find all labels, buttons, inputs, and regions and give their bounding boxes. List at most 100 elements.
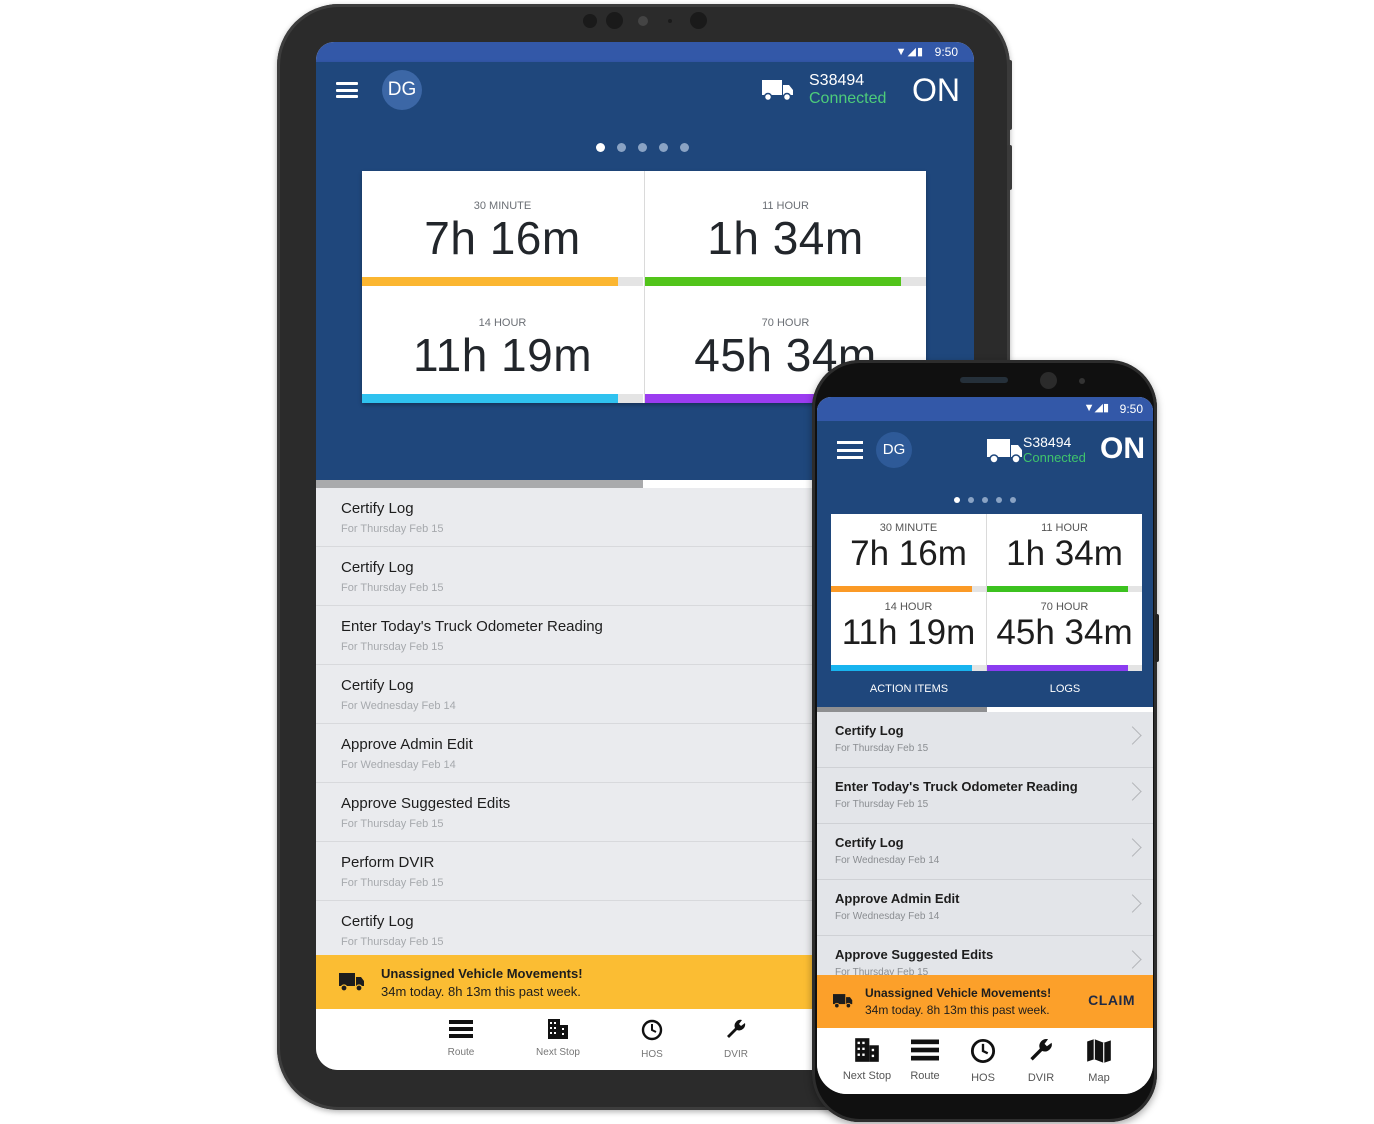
list-item-title: Certify Log — [341, 913, 414, 930]
list-item[interactable]: Enter Today's Truck Odometer Reading For … — [817, 768, 1153, 824]
list-item-subtitle: For Wednesday Feb 14 — [341, 759, 456, 771]
banner-title: Unassigned Vehicle Movements! — [865, 986, 1052, 1000]
page-dot[interactable] — [659, 143, 668, 152]
list-item-subtitle: For Thursday Feb 15 — [341, 936, 444, 948]
phone-sensor — [1079, 378, 1085, 384]
vehicle-info[interactable]: S38494 Connected — [1023, 435, 1086, 466]
list-item-title: Enter Today's Truck Odometer Reading — [341, 618, 603, 635]
list-item-title: Approve Suggested Edits — [835, 947, 994, 962]
clock-30-minute[interactable]: 30 MINUTE 7h 16m — [831, 514, 986, 592]
page-dot[interactable] — [638, 143, 647, 152]
vehicle-info[interactable]: S38494 Connected — [809, 72, 886, 108]
claim-button[interactable]: CLAIM — [1088, 992, 1135, 1008]
page-dot[interactable] — [1010, 497, 1016, 503]
tab-bar: ACTION ITEMS LOGS — [817, 671, 1153, 707]
list-item-title: Certify Log — [341, 677, 414, 694]
clock-value: 1h 34m — [1006, 534, 1123, 573]
nav-next-stop[interactable]: Next Stop — [838, 1038, 896, 1082]
clock-value: 1h 34m — [707, 212, 864, 264]
unassigned-movements-banner: Unassigned Vehicle Movements! 34m today.… — [817, 975, 1153, 1028]
hamburger-menu-icon[interactable] — [837, 441, 863, 459]
clock-11-hour[interactable]: 11 HOUR 1h 34m — [645, 171, 926, 286]
tablet-sensor — [690, 12, 707, 29]
clock-30-minute[interactable]: 30 MINUTE 7h 16m — [362, 171, 643, 286]
clock-label: 30 MINUTE — [879, 522, 938, 534]
list-item-title: Certify Log — [341, 559, 414, 576]
page-dot[interactable] — [617, 143, 626, 152]
nav-next-stop[interactable]: Next Stop — [526, 1019, 590, 1058]
list-item[interactable]: Approve Admin Edit For Wednesday Feb 14 — [817, 880, 1153, 936]
phone-camera — [1040, 372, 1057, 389]
avatar[interactable]: DG — [876, 432, 912, 468]
truck-icon — [833, 994, 853, 1009]
page-dot[interactable] — [680, 143, 689, 152]
page-dot[interactable] — [954, 497, 960, 503]
nav-label: HOS — [971, 1072, 995, 1084]
clock-progress-bar — [987, 586, 1142, 592]
phone-side-button — [1155, 614, 1159, 662]
status-time: 9:50 — [1119, 402, 1143, 416]
clock-14-hour[interactable]: 14 HOUR 11h 19m — [362, 288, 643, 403]
clock-icon — [970, 1038, 996, 1064]
list-item[interactable]: Certify Log For Wednesday Feb 14 — [817, 824, 1153, 880]
list-item-title: Certify Log — [835, 723, 904, 738]
page-dot[interactable] — [982, 497, 988, 503]
page-dot[interactable] — [996, 497, 1002, 503]
clock-progress-bar — [645, 277, 926, 286]
list-item-subtitle: For Thursday Feb 15 — [341, 582, 444, 594]
nav-hos[interactable]: HOS — [954, 1038, 1012, 1084]
page-dot[interactable] — [968, 497, 974, 503]
clock-label: 14 HOUR — [884, 601, 933, 613]
clock-progress-fill — [362, 277, 618, 286]
chevron-right-icon — [1123, 782, 1142, 801]
clock-value: 7h 16m — [424, 212, 581, 264]
nav-label: Route — [447, 1047, 475, 1058]
tablet-light-sensor — [668, 19, 672, 23]
truck-icon — [762, 80, 793, 102]
chevron-right-icon — [1123, 838, 1142, 857]
nav-map[interactable]: Map — [1070, 1038, 1128, 1084]
truck-icon — [339, 973, 364, 992]
status-bar: ▼◢▮ 9:50 — [817, 397, 1153, 421]
list-item-title: Enter Today's Truck Odometer Reading — [835, 779, 1078, 794]
phone-earpiece — [960, 377, 1008, 383]
clock-progress-bar — [362, 394, 643, 403]
hamburger-menu-icon[interactable] — [336, 82, 358, 98]
page-dot[interactable] — [596, 143, 605, 152]
page-indicator — [954, 497, 1016, 503]
tab-action-items[interactable]: ACTION ITEMS — [817, 671, 1001, 707]
nav-hos[interactable]: HOS — [632, 1019, 672, 1060]
clock-value: 11h 19m — [841, 613, 976, 652]
list-item[interactable]: Certify Log For Thursday Feb 15 — [817, 712, 1153, 768]
nav-route[interactable]: Route — [896, 1038, 954, 1082]
nav-label: DVIR — [1027, 1072, 1055, 1084]
clock-progress-bar — [831, 586, 986, 592]
tablet-camera — [638, 16, 648, 26]
nav-dvir[interactable]: DVIR — [1012, 1038, 1070, 1084]
clock-14-hour[interactable]: 14 HOUR 11h 19m — [831, 593, 986, 671]
nav-route[interactable]: Route — [436, 1019, 486, 1058]
chevron-right-icon — [1123, 726, 1142, 745]
avatar[interactable]: DG — [382, 70, 422, 110]
tablet-sensor — [583, 14, 597, 28]
phone-screen: ▼◢▮ 9:50 DG S38494 Connected ON 30 MINUT… — [817, 397, 1153, 1094]
route-icon — [911, 1039, 939, 1061]
duty-status[interactable]: ON — [912, 72, 960, 109]
route-icon — [449, 1020, 473, 1038]
nav-label: Map — [1088, 1072, 1110, 1084]
divider — [986, 514, 987, 671]
clock-progress-fill — [362, 394, 618, 403]
duty-status[interactable]: ON — [1100, 432, 1145, 466]
clock-icon — [641, 1019, 663, 1041]
vehicle-id: S38494 — [809, 72, 865, 89]
status-bar: ▼◢▮ 9:50 — [316, 42, 974, 62]
clock-70-hour[interactable]: 70 HOUR 45h 34m — [987, 593, 1142, 671]
tablet-power-button — [1007, 145, 1012, 190]
wrench-icon — [727, 1019, 746, 1038]
nav-dvir[interactable]: DVIR — [716, 1019, 756, 1060]
building-icon — [855, 1038, 879, 1062]
list-item-subtitle: For Wednesday Feb 14 — [835, 911, 940, 922]
status-time: 9:50 — [934, 45, 958, 59]
tab-logs[interactable]: LOGS — [987, 671, 1143, 707]
clock-11-hour[interactable]: 11 HOUR 1h 34m — [987, 514, 1142, 592]
